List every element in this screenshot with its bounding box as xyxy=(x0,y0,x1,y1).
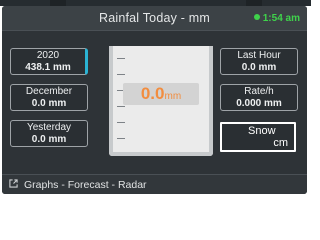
tile-month[interactable]: December 0.0 mm xyxy=(10,84,88,111)
tile-value: 0.000 mm xyxy=(236,97,282,109)
gauge-tick xyxy=(117,106,125,107)
gauge-unit: mm xyxy=(164,91,182,102)
tile-label: Rate/h xyxy=(244,86,274,97)
gauge-tick xyxy=(117,122,125,123)
footer-links[interactable]: Graphs - Forecast - Radar xyxy=(24,179,147,191)
tile-last-hour[interactable]: Last Hour 0.0 mm xyxy=(220,48,298,75)
gauge-tick xyxy=(117,74,125,75)
tile-label: Last Hour xyxy=(237,50,281,61)
tile-value: 0.0 mm xyxy=(31,133,67,145)
gauge-tick xyxy=(117,58,125,59)
snow-tile[interactable]: Snow cm xyxy=(220,122,296,152)
widget-footer: Graphs - Forecast - Radar xyxy=(2,174,307,194)
snow-unit: cm xyxy=(273,137,288,149)
tile-yesterday[interactable]: Yesterday 0.0 mm xyxy=(10,120,88,147)
widget-header: Rainfal Today - mm 1:54 am xyxy=(2,6,307,31)
rainfall-widget: Rainfal Today - mm 1:54 am 2020 438.1 mm… xyxy=(2,6,307,194)
live-clock: 1:54 am xyxy=(253,13,300,24)
live-status-icon xyxy=(253,14,260,20)
tile-label: Yesterday xyxy=(26,122,72,133)
tile-value: 0.0 mm xyxy=(31,97,67,109)
tile-rate[interactable]: Rate/h 0.000 mm xyxy=(220,84,298,111)
page-margin xyxy=(308,6,311,200)
snow-label: Snow xyxy=(248,125,276,137)
tile-value: 438.1 mm xyxy=(25,61,71,73)
tile-label: December xyxy=(25,86,73,97)
gauge-tick xyxy=(117,138,125,139)
external-link-icon[interactable] xyxy=(9,179,18,188)
gauge-readout: 0.0mm xyxy=(123,83,199,105)
tile-label: 2020 xyxy=(36,50,60,61)
tile-value: 0.0 mm xyxy=(241,61,277,73)
gauge-value: 0.0 xyxy=(140,84,165,103)
clock-time: 1:54 am xyxy=(262,13,300,24)
tile-year[interactable]: 2020 438.1 mm xyxy=(10,48,88,75)
rain-gauge: 0.0mm xyxy=(109,46,213,156)
